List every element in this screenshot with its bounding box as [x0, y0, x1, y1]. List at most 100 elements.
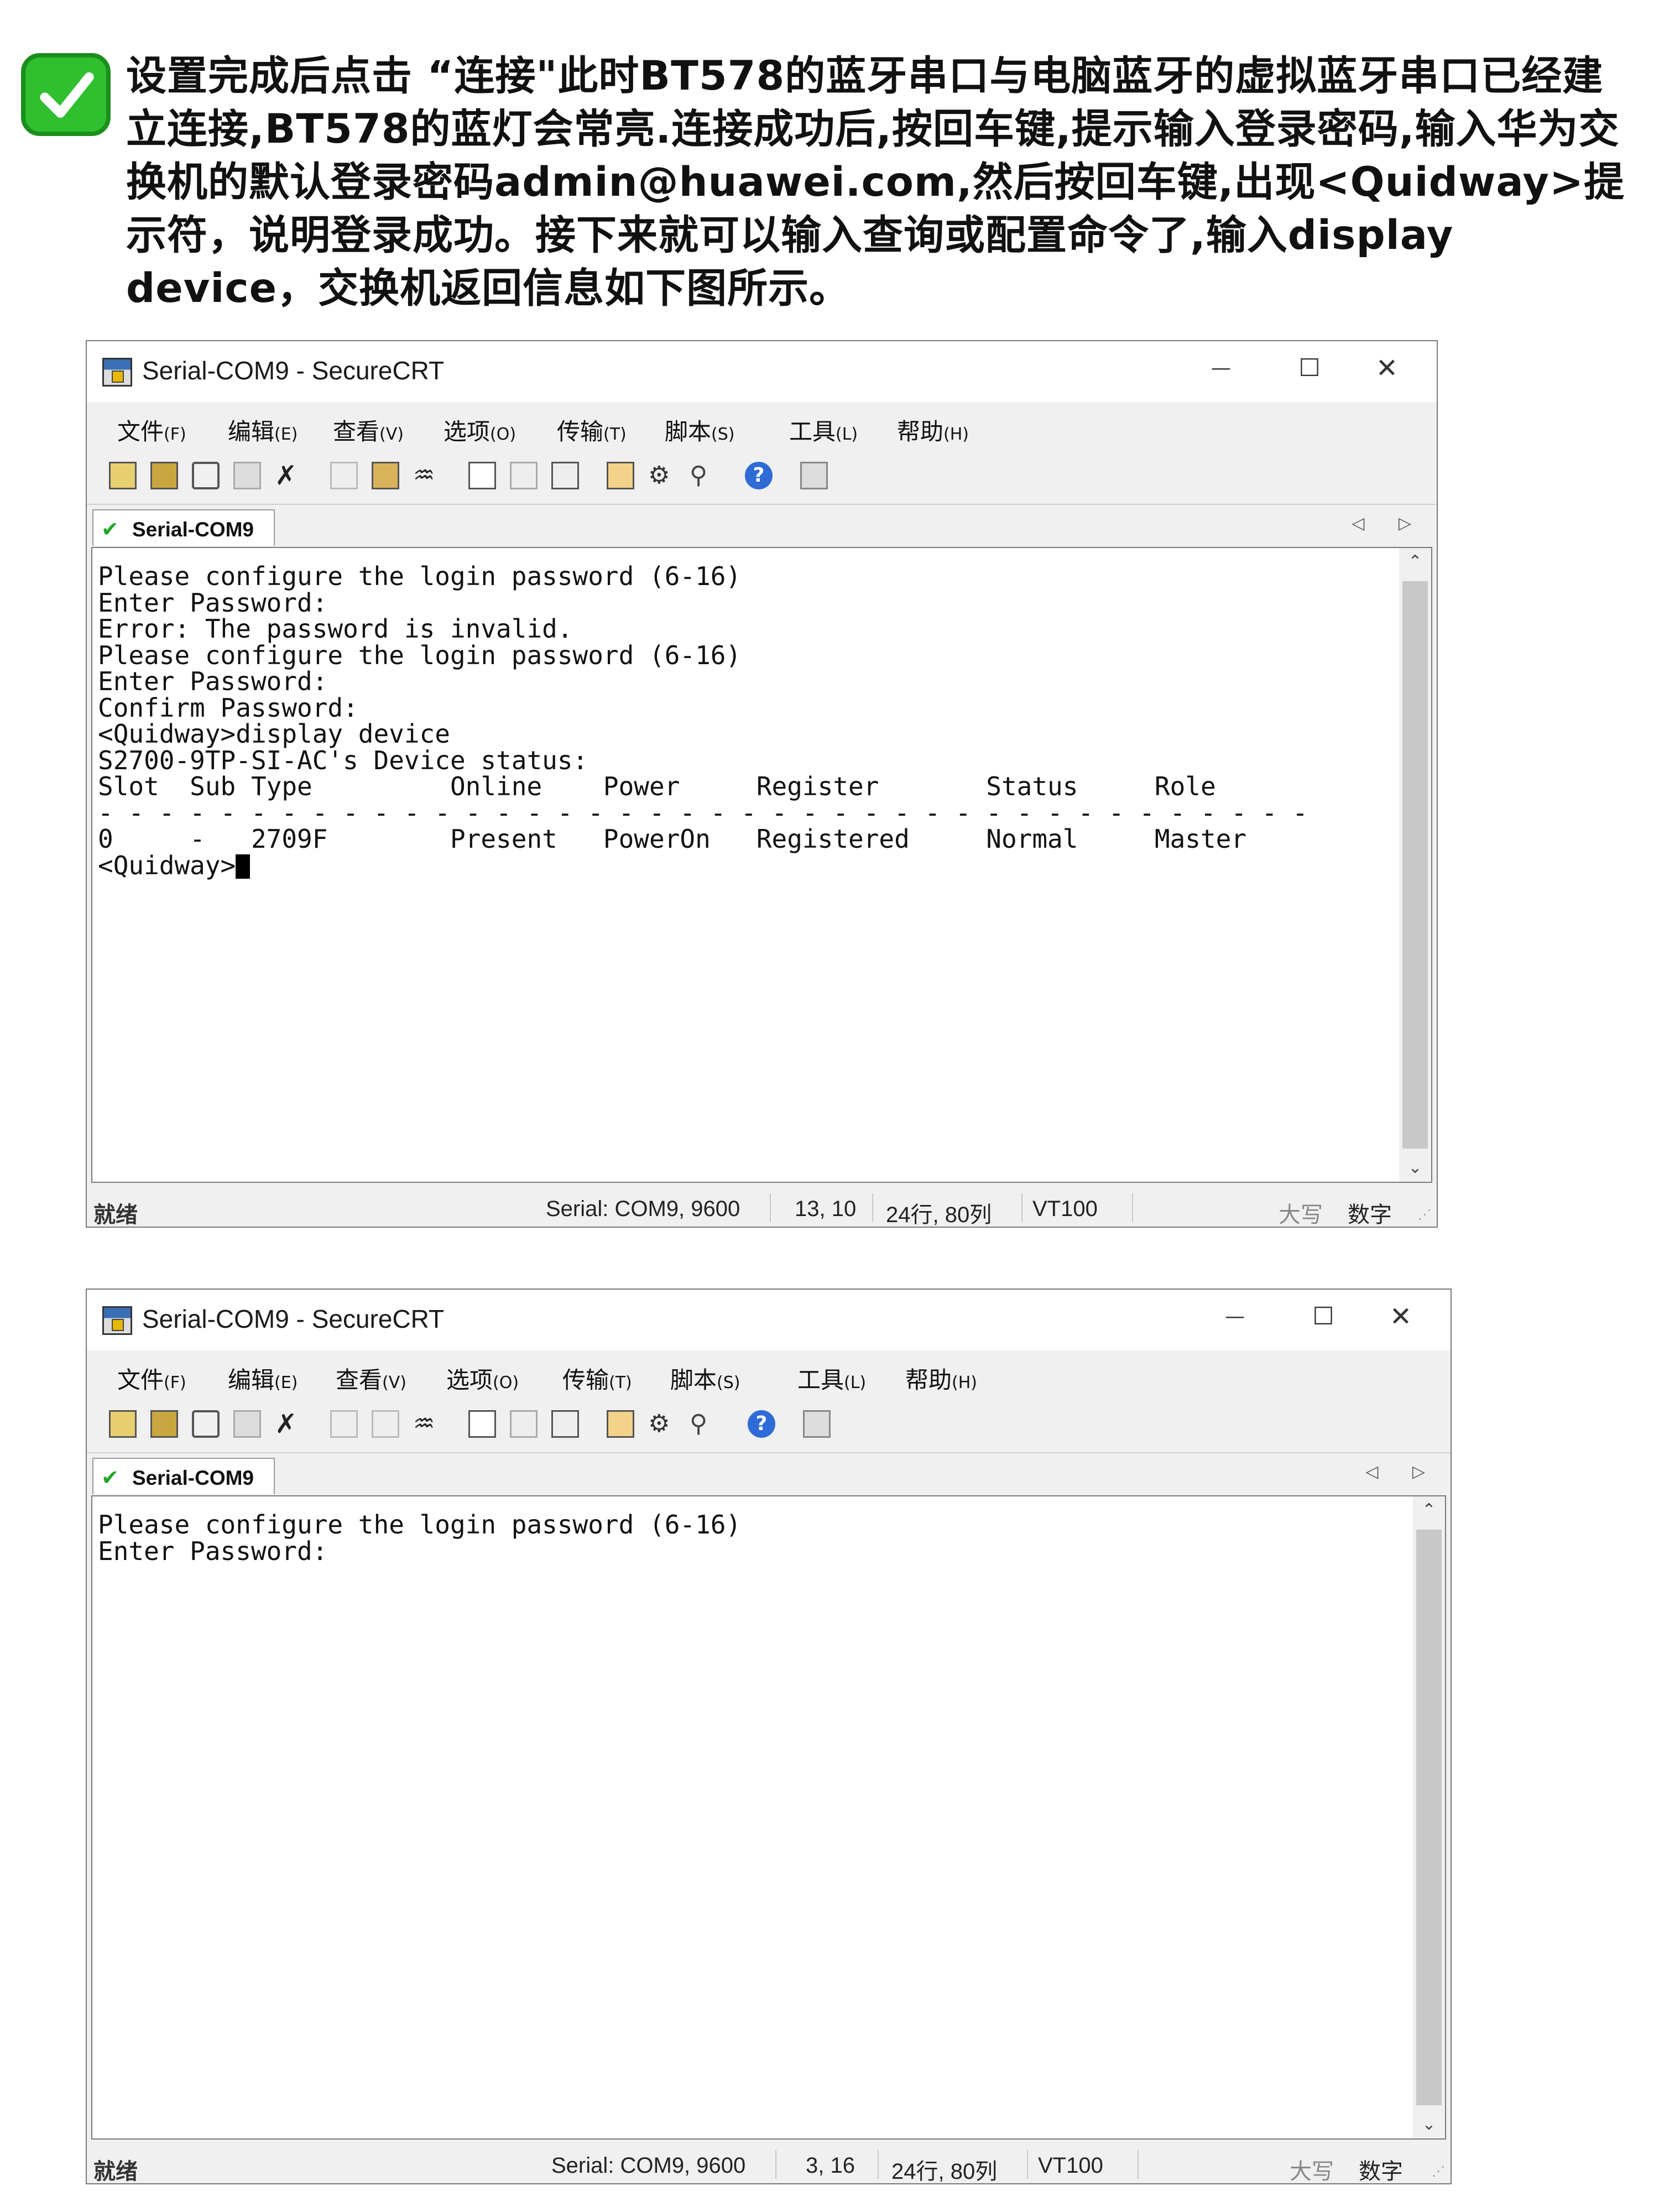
status-separator [872, 1193, 873, 1222]
resize-grip-icon[interactable]: ⋰ [1432, 2163, 1445, 2179]
scroll-up-icon[interactable]: ⌃ [1399, 548, 1431, 576]
menu-file[interactable]: 文件(F) [117, 1361, 186, 1395]
status-separator [770, 1193, 771, 1222]
menu-edit[interactable]: 编辑(E) [228, 413, 298, 447]
menu-edit[interactable]: 编辑(E) [228, 1361, 298, 1395]
help-icon[interactable]: ? [748, 1410, 775, 1438]
menu-script[interactable]: 脚本(S) [670, 1361, 740, 1395]
connect-icon[interactable] [109, 462, 137, 489]
vertical-scrollbar[interactable]: ⌃ ⌄ [1413, 1496, 1445, 2138]
title-bar[interactable]: Serial-COM9 - SecureCRT — ☐ ✕ [87, 341, 1437, 402]
session-options-icon[interactable] [607, 1410, 634, 1438]
status-emulation: VT100 [1038, 2153, 1103, 2178]
tab-serial-com9[interactable]: ✔ Serial-COM9 [92, 1458, 275, 1494]
scroll-thumb[interactable] [1402, 581, 1428, 1149]
status-serial: Serial: COM9, 9600 [546, 1197, 740, 1221]
minimize-button[interactable]: — [1193, 349, 1249, 388]
minimize-button[interactable]: — [1207, 1297, 1262, 1336]
session-options-icon[interactable] [607, 462, 634, 489]
status-serial: Serial: COM9, 9600 [551, 2153, 746, 2178]
securecrt-app-icon [102, 1306, 132, 1335]
print-selection-icon[interactable] [510, 462, 538, 489]
status-separator [1027, 2150, 1028, 2179]
menu-help[interactable]: 帮助(H) [897, 413, 969, 447]
tab-serial-com9[interactable]: ✔ Serial-COM9 [92, 509, 275, 546]
keypad-icon[interactable] [803, 1410, 831, 1438]
title-bar[interactable]: Serial-COM9 - SecureCRT — ☐ ✕ [87, 1290, 1451, 1350]
connect-tab-icon[interactable] [192, 1410, 220, 1438]
menu-transfer[interactable]: 传输(T) [562, 1361, 632, 1395]
securecrt-window-1: Serial-COM9 - SecureCRT — ☐ ✕ 文件(F) 编辑(E… [86, 340, 1438, 1228]
tab-scroll-arrows-icon[interactable]: ◁ ▷ [1352, 514, 1426, 533]
status-separator [1138, 2150, 1139, 2179]
resize-grip-icon[interactable]: ⋰ [1418, 1207, 1431, 1222]
status-bar: 就绪 Serial: COM9, 9600 3, 16 24行, 80列 VT1… [87, 2145, 1451, 2184]
tab-bar: ✔ Serial-COM9 ◁ ▷ [87, 1453, 1451, 1495]
status-separator [1132, 1193, 1133, 1222]
disconnect-icon[interactable]: ✗ [275, 1410, 302, 1438]
print-icon[interactable] [551, 1410, 579, 1438]
menu-bar: 文件(F) 编辑(E) 查看(V) 选项(O) 传输(T) 脚本(S) 工具(L… [87, 402, 1437, 448]
status-caps-lock: 大写 [1279, 1202, 1323, 1228]
connect-tab-icon[interactable] [192, 462, 220, 489]
menu-script[interactable]: 脚本(S) [665, 413, 734, 447]
status-ready: 就绪 [93, 2159, 138, 2184]
reconnect-icon[interactable] [233, 1410, 261, 1438]
quick-connect-icon[interactable] [150, 462, 178, 489]
menu-view[interactable]: 查看(V) [333, 413, 404, 447]
tab-label: Serial-COM9 [132, 518, 254, 541]
menu-file[interactable]: 文件(F) [117, 413, 186, 447]
menu-help[interactable]: 帮助(H) [905, 1361, 977, 1395]
keymap-icon[interactable]: ⚲ [690, 1410, 717, 1438]
status-bar: 就绪 Serial: COM9, 9600 13, 10 24行, 80列 VT… [87, 1188, 1437, 1228]
status-separator [878, 2150, 879, 2179]
reconnect-icon[interactable] [233, 462, 261, 489]
scroll-down-icon[interactable]: ⌄ [1399, 1154, 1431, 1182]
copy-icon[interactable] [330, 1410, 358, 1438]
quick-connect-icon[interactable] [150, 1410, 178, 1438]
tab-label: Serial-COM9 [132, 1467, 254, 1489]
keymap-icon[interactable]: ⚲ [690, 462, 717, 489]
terminal-output: Please configure the login password (6-1… [98, 561, 1308, 880]
vertical-scrollbar[interactable]: ⌃ ⌄ [1399, 548, 1431, 1182]
close-button[interactable]: ✕ [1359, 349, 1415, 388]
copy-icon[interactable] [330, 462, 358, 489]
terminal-area[interactable]: Please configure the login password (6-1… [91, 1495, 1446, 2140]
global-options-icon[interactable]: ⚙ [648, 462, 676, 489]
print-setup-icon[interactable] [468, 1410, 496, 1438]
menu-options[interactable]: 选项(O) [446, 1361, 519, 1395]
scroll-up-icon[interactable]: ⌃ [1413, 1496, 1445, 1524]
scroll-thumb[interactable] [1416, 1530, 1442, 2105]
print-icon[interactable] [551, 462, 579, 489]
close-button[interactable]: ✕ [1373, 1297, 1428, 1336]
status-terminal-size: 24行, 80列 [886, 1203, 992, 1227]
menu-tools[interactable]: 工具(L) [789, 413, 858, 447]
terminal-area[interactable]: Please configure the login password (6-1… [91, 547, 1432, 1183]
keypad-icon[interactable] [800, 462, 828, 489]
connected-check-icon: ✔ [101, 1465, 119, 1490]
find-icon[interactable]: ♒ [413, 1410, 441, 1438]
menu-options[interactable]: 选项(O) [444, 413, 516, 447]
maximize-button[interactable]: ☐ [1296, 1297, 1351, 1336]
tab-scroll-arrows-icon[interactable]: ◁ ▷ [1365, 1462, 1439, 1481]
maximize-button[interactable]: ☐ [1282, 349, 1337, 388]
menu-view[interactable]: 查看(V) [336, 1361, 406, 1395]
find-icon[interactable]: ♒ [413, 462, 441, 489]
print-selection-icon[interactable] [510, 1410, 538, 1438]
paste-icon[interactable] [372, 462, 399, 489]
status-ready: 就绪 [93, 1202, 138, 1228]
menu-tools[interactable]: 工具(L) [797, 1361, 866, 1395]
paste-icon[interactable] [372, 1410, 399, 1438]
help-icon[interactable]: ? [745, 462, 773, 489]
tab-bar: ✔ Serial-COM9 ◁ ▷ [87, 505, 1437, 547]
disconnect-icon[interactable]: ✗ [275, 462, 302, 489]
menu-transfer[interactable]: 传输(T) [557, 413, 627, 447]
window-title: Serial-COM9 - SecureCRT [142, 1305, 445, 1333]
print-setup-icon[interactable] [468, 462, 496, 489]
global-options-icon[interactable]: ⚙ [648, 1410, 676, 1438]
securecrt-app-icon [102, 358, 132, 387]
scroll-down-icon[interactable]: ⌄ [1413, 2111, 1445, 2138]
window-title: Serial-COM9 - SecureCRT [142, 356, 445, 385]
connect-icon[interactable] [109, 1410, 137, 1438]
status-separator [775, 2150, 776, 2179]
